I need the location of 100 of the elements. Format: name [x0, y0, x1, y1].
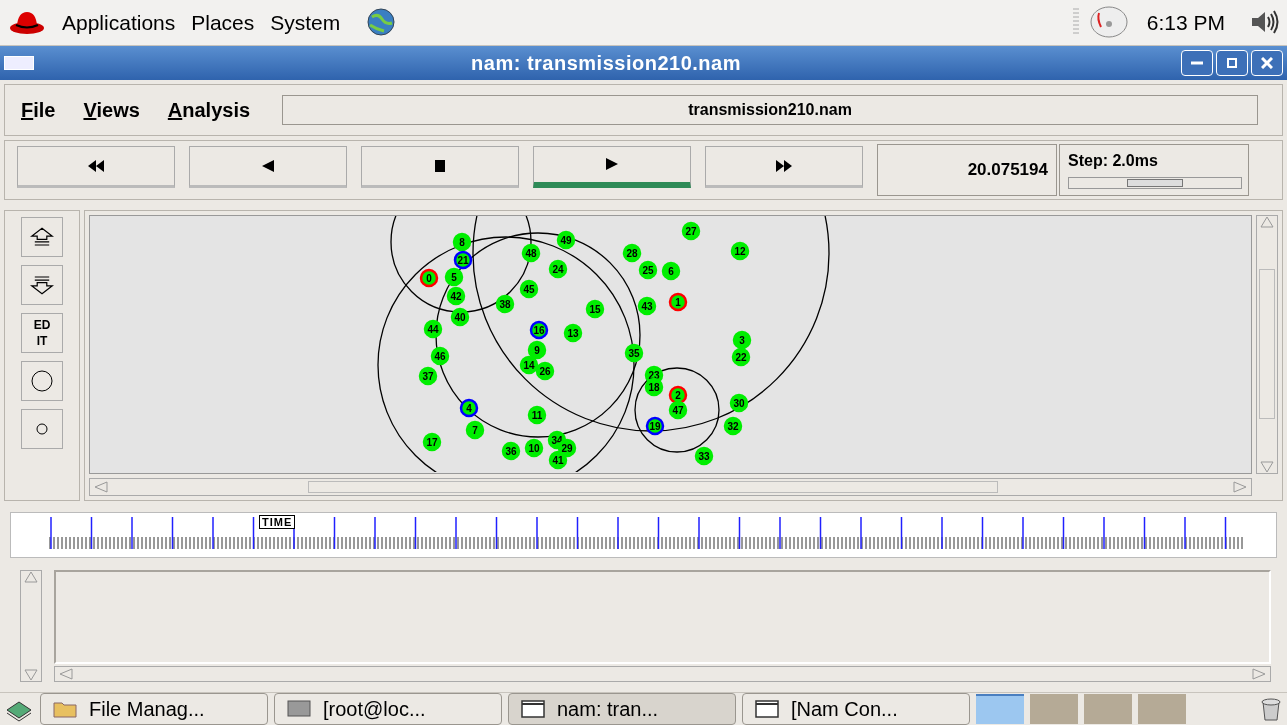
network-node: 8: [452, 232, 472, 251]
scroll-thumb[interactable]: [308, 481, 998, 494]
network-node: 6: [661, 261, 681, 280]
network-node: 22: [731, 347, 751, 366]
taskbar-button[interactable]: [root@loc...: [274, 693, 502, 725]
menu-item[interactable]: Views: [83, 94, 140, 125]
network-node: 46: [430, 346, 450, 365]
window-menu-icon[interactable]: [4, 55, 34, 70]
network-node: 3: [732, 330, 752, 349]
network-node: 47: [668, 400, 688, 419]
window-title: nam: transmission210.nam: [470, 50, 742, 76]
right-arrow-icon[interactable]: [1252, 668, 1266, 680]
trash-icon[interactable]: [1259, 696, 1283, 722]
network-node: 35: [624, 343, 644, 362]
horizontal-scrollbar[interactable]: [54, 666, 1271, 682]
speaker-icon: [1249, 9, 1279, 36]
large-circle-icon: [30, 368, 54, 393]
time-marker[interactable]: TIME: [259, 515, 296, 530]
playback-button[interactable]: [189, 145, 347, 188]
panel-menu[interactable]: Applications: [62, 6, 176, 39]
tool-button[interactable]: [21, 360, 63, 401]
network-node: 43: [637, 296, 657, 315]
minimize-button[interactable]: [1181, 49, 1213, 76]
network-node: 48: [521, 243, 541, 262]
network-node: 19: [645, 416, 665, 435]
tool-button[interactable]: [21, 264, 63, 305]
network-node: 5: [444, 267, 464, 286]
network-node: 13: [563, 323, 583, 342]
panel-menu[interactable]: Places: [191, 6, 255, 39]
scroll-thumb[interactable]: [1259, 269, 1275, 420]
network-node: 12: [730, 241, 750, 260]
maximize-button[interactable]: [1216, 49, 1248, 76]
network-node: 7: [465, 420, 485, 439]
network-node: 24: [548, 259, 568, 278]
slider-thumb[interactable]: [1127, 178, 1183, 187]
time-display: 20.075194: [877, 143, 1057, 196]
menu-item[interactable]: Analysis: [167, 94, 251, 125]
network-node: 26: [535, 361, 555, 380]
window-icon: [521, 699, 545, 719]
left-arrow-icon[interactable]: [94, 481, 108, 494]
network-node: 1: [668, 292, 688, 311]
up-arrow-icon[interactable]: [1260, 215, 1274, 228]
playback-button[interactable]: [705, 145, 863, 188]
cd-drive-icon: [1070, 5, 1131, 40]
network-node: 49: [556, 230, 576, 249]
step-label: Step: 2.0ms: [1068, 150, 1159, 171]
taskbar-button[interactable]: nam: tran...: [508, 693, 736, 725]
vertical-scrollbar[interactable]: [20, 570, 42, 682]
network-node: 28: [622, 243, 642, 262]
network-node: 32: [723, 416, 743, 435]
network-node: 25: [638, 260, 658, 279]
tool-button[interactable]: ED IT: [21, 312, 63, 353]
down-arrow-icon[interactable]: [1260, 461, 1274, 474]
taskbar-button[interactable]: File Manag...: [40, 693, 268, 725]
vertical-scrollbar[interactable]: [1256, 214, 1278, 475]
network-node: 30: [729, 393, 749, 412]
network-node: 9: [527, 340, 547, 359]
network-node: 21: [453, 250, 473, 269]
network-node: 4: [459, 398, 479, 417]
network-node: 45: [519, 279, 539, 298]
network-node: 11: [527, 405, 547, 424]
network-node: 40: [450, 307, 470, 326]
clock-text: 6:13 PM: [1146, 9, 1225, 36]
network-node: 15: [585, 299, 605, 318]
window-icon: [755, 699, 779, 719]
playback-button[interactable]: [533, 145, 691, 188]
close-icon: [1261, 56, 1273, 69]
left-arrow-icon[interactable]: [59, 668, 73, 680]
network-node: 16: [529, 320, 549, 339]
minimize-icon: [1191, 60, 1203, 65]
down-arrow-icon[interactable]: [24, 669, 38, 681]
network-node: 33: [694, 446, 714, 465]
panel-menu[interactable]: System: [270, 6, 341, 39]
horizontal-scrollbar[interactable]: [89, 478, 1252, 497]
workspace-switcher-cell[interactable]: [1138, 694, 1186, 724]
folder-icon: [53, 699, 77, 719]
network-node: 38: [495, 294, 515, 313]
network-node: 36: [501, 441, 521, 460]
tool-button[interactable]: [21, 216, 63, 257]
step-slider[interactable]: [1068, 176, 1242, 189]
playback-button[interactable]: [361, 145, 519, 188]
playback-button[interactable]: [17, 145, 175, 188]
workspace-switcher-cell[interactable]: [1084, 694, 1132, 724]
network-node: 17: [422, 432, 442, 451]
right-arrow-icon[interactable]: [1233, 481, 1247, 494]
file-name-field: transmission210.nam: [282, 94, 1258, 125]
monitor-icon: [287, 699, 311, 719]
close-button[interactable]: [1251, 49, 1283, 76]
workspace-switcher-cell[interactable]: [976, 694, 1024, 724]
network-node: 27: [681, 221, 701, 240]
network-node: 44: [423, 319, 443, 338]
menu-item[interactable]: File: [21, 94, 56, 125]
network-node: 37: [418, 366, 438, 385]
up-arrow-icon[interactable]: [24, 571, 38, 584]
maximize-icon: [1227, 57, 1237, 68]
network-node: 10: [524, 438, 544, 457]
network-node: 0: [419, 268, 439, 287]
network-node: 42: [446, 286, 466, 305]
taskbar-button[interactable]: [Nam Con...: [742, 693, 970, 725]
workspace-switcher-cell[interactable]: [1030, 694, 1078, 724]
